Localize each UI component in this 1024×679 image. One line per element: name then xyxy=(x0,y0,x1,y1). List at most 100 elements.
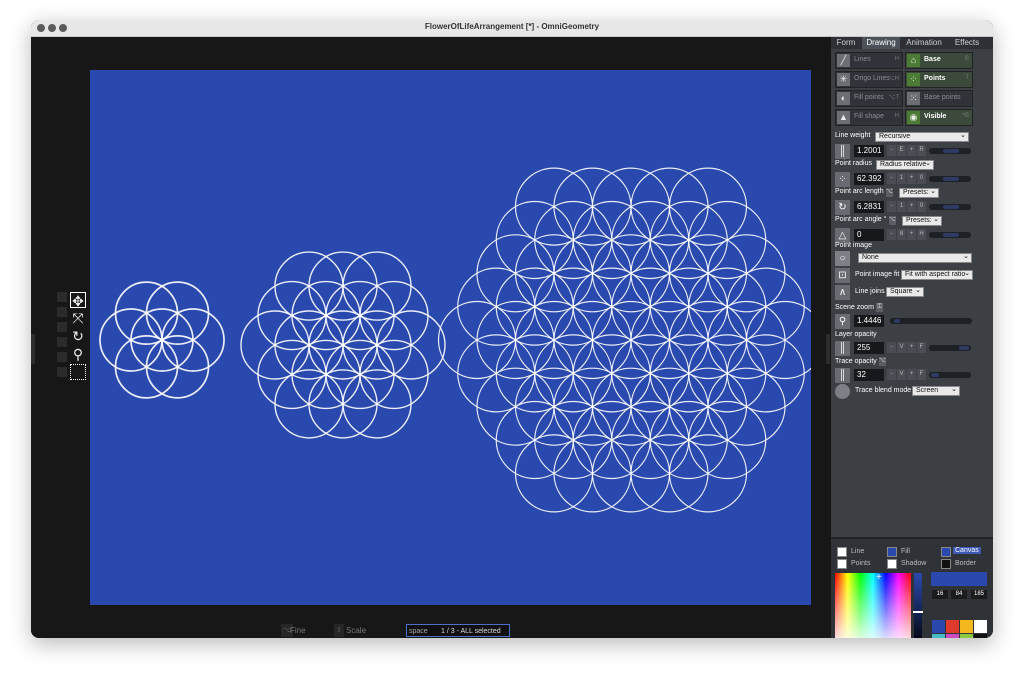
visible-toggle-button[interactable]: ◉ Visible ^B xyxy=(905,109,973,126)
palette-swatch[interactable] xyxy=(932,620,945,633)
point-arc-angle-increment[interactable]: + xyxy=(907,229,916,240)
layer-opacity-field[interactable]: 255 xyxy=(854,342,884,354)
fill-shape-toggle-button[interactable]: ▲ Fill shape H xyxy=(835,109,903,126)
trace-opacity-dec-key: V xyxy=(897,369,906,380)
line-weight-slider[interactable] xyxy=(929,148,971,154)
trace-opacity-slider[interactable] xyxy=(929,372,971,378)
toggle-label: Base xyxy=(924,56,941,63)
line-weight-increment[interactable]: + xyxy=(907,145,916,156)
tab-form[interactable]: Form xyxy=(831,37,861,49)
arc-length-icon: ↻ xyxy=(835,200,850,215)
point-image-fit-select[interactable]: Fit with aspect ratio xyxy=(901,270,973,280)
point-arc-angle-field[interactable]: 0 xyxy=(854,229,884,241)
brightness-thumb[interactable] xyxy=(913,611,923,613)
line-weight-inc-key: R xyxy=(917,145,926,156)
point-arc-angle-slider[interactable] xyxy=(929,232,971,238)
trace-opacity-decrement[interactable]: - xyxy=(887,369,896,380)
point-image-select[interactable]: None xyxy=(858,253,972,263)
trace-blend-mode-select[interactable]: Screen xyxy=(912,386,960,396)
brightness-slider[interactable] xyxy=(914,573,922,638)
palette-swatch[interactable] xyxy=(974,634,987,638)
lock-icon[interactable]: ⚿ xyxy=(876,303,883,312)
tool-grip[interactable] xyxy=(57,367,67,377)
line-weight-decrement[interactable]: - xyxy=(887,145,896,156)
toggle-label: Lines xyxy=(854,56,871,63)
option-key-icon: ⌥ xyxy=(886,188,893,197)
red-value-field[interactable]: 16 xyxy=(932,590,948,599)
points-color-swatch[interactable] xyxy=(837,559,847,569)
tab-animation[interactable]: Animation xyxy=(901,37,947,49)
trace-opacity-label: Trace opacity xyxy=(835,358,877,365)
point-radius-increment[interactable]: + xyxy=(907,173,916,184)
line-color-swatch[interactable] xyxy=(837,547,847,557)
layer-opacity-increment[interactable]: + xyxy=(907,342,916,353)
tab-drawing[interactable]: Drawing xyxy=(862,37,900,49)
point-arc-angle-inc-key: H xyxy=(917,229,926,240)
points-toggle-button[interactable]: ⁘ Points T xyxy=(905,71,973,88)
palette-swatch[interactable] xyxy=(946,634,959,638)
point-radius-decrement[interactable]: - xyxy=(887,173,896,184)
point-radius-field[interactable]: 62.392 xyxy=(854,173,884,185)
select-tool-icon[interactable] xyxy=(70,364,86,380)
point-arc-length-increment[interactable]: + xyxy=(907,201,916,212)
scale-rotate-label: Scale & Rotate xyxy=(346,626,367,635)
scene-zoom-field[interactable]: 1.4446 xyxy=(854,315,884,327)
move-tool-icon[interactable]: ✥ xyxy=(70,292,86,309)
tool-grip[interactable] xyxy=(57,292,67,302)
shortcut-key: T xyxy=(965,75,969,81)
origo-lines-toggle-button[interactable]: ✳ Origo Lines ⌥H xyxy=(835,71,903,88)
tool-grip[interactable] xyxy=(57,337,67,347)
trace-opacity-increment[interactable]: + xyxy=(907,369,916,380)
canvas-color-swatch[interactable] xyxy=(941,547,951,557)
drawing-canvas[interactable] xyxy=(90,70,825,605)
point-arc-length-presets[interactable]: Presets: xyxy=(899,188,939,198)
toggle-label: Fill shape xyxy=(854,113,884,120)
fill-color-swatch[interactable] xyxy=(887,547,897,557)
point-radius-mode-select[interactable]: Radius relative xyxy=(876,160,934,170)
base-toggle-button[interactable]: ⌂ Base B xyxy=(905,52,973,69)
layer-opacity-slider[interactable] xyxy=(929,345,971,351)
point-arc-length-field[interactable]: 6.2831 xyxy=(854,201,884,213)
blue-value-field[interactable]: 185 xyxy=(971,590,987,599)
picker-crosshair-icon: + xyxy=(876,572,882,583)
scale-tool-icon[interactable]: ⤧ xyxy=(70,310,86,326)
green-value-field[interactable]: 84 xyxy=(951,590,967,599)
workspace[interactable]: ✥ ⤧ ↻ ⚲ ⌥ Fine Tune ⇧ Scale & Rotate spa… xyxy=(31,37,831,638)
tool-grip[interactable] xyxy=(57,352,67,362)
point-arc-angle-dec-key: 8 xyxy=(897,229,906,240)
line-joins-select[interactable]: Square xyxy=(886,287,924,297)
point-radius-slider[interactable] xyxy=(929,176,971,182)
point-arc-length-slider[interactable] xyxy=(929,204,971,210)
layer-opacity-inc-key: F xyxy=(917,342,926,353)
option-key-icon: ⌥ xyxy=(889,216,896,225)
palette-swatch[interactable] xyxy=(974,620,987,633)
scene-zoom-slider[interactable] xyxy=(890,318,972,324)
lines-toggle-button[interactable]: ╱ Lines H xyxy=(835,52,903,69)
line-weight-field[interactable]: 1.2001 xyxy=(854,145,884,157)
right-panel-handle[interactable] xyxy=(826,334,830,364)
trace-opacity-field[interactable]: 32 xyxy=(854,369,884,381)
border-color-swatch[interactable] xyxy=(941,559,951,569)
palette-swatch[interactable] xyxy=(946,620,959,633)
tool-grip[interactable] xyxy=(57,307,67,317)
palette-swatch[interactable] xyxy=(960,634,973,638)
line-weight-mode-select[interactable]: Recursive xyxy=(875,132,969,142)
point-arc-angle-decrement[interactable]: - xyxy=(887,229,896,240)
tool-grip[interactable] xyxy=(57,322,67,332)
tab-effects[interactable]: Effects xyxy=(948,37,986,49)
left-panel-handle[interactable] xyxy=(31,334,35,364)
base-points-toggle-button[interactable]: ⁙ Base points xyxy=(905,90,973,107)
point-arc-length-decrement[interactable]: - xyxy=(887,201,896,212)
zoom-tool-icon[interactable]: ⚲ xyxy=(70,346,86,362)
point-arc-angle-presets[interactable]: Presets: xyxy=(902,216,942,226)
selection-status[interactable]: space 1 / 3 - ALL selected xyxy=(406,624,510,637)
layer-opacity-decrement[interactable]: - xyxy=(887,342,896,353)
fill-points-toggle-button[interactable]: ◐ Fill points ⌥T xyxy=(835,90,903,107)
shadow-color-swatch[interactable] xyxy=(887,559,897,569)
layer-opacity-label: Layer opacity xyxy=(835,331,877,338)
color-picker-field[interactable]: + xyxy=(835,573,911,638)
app-window: FlowerOfLifeArrangement [*] - OmniGeomet… xyxy=(31,20,993,638)
rotate-tool-icon[interactable]: ↻ xyxy=(70,328,86,344)
palette-swatch[interactable] xyxy=(960,620,973,633)
palette-swatch[interactable] xyxy=(932,634,945,638)
